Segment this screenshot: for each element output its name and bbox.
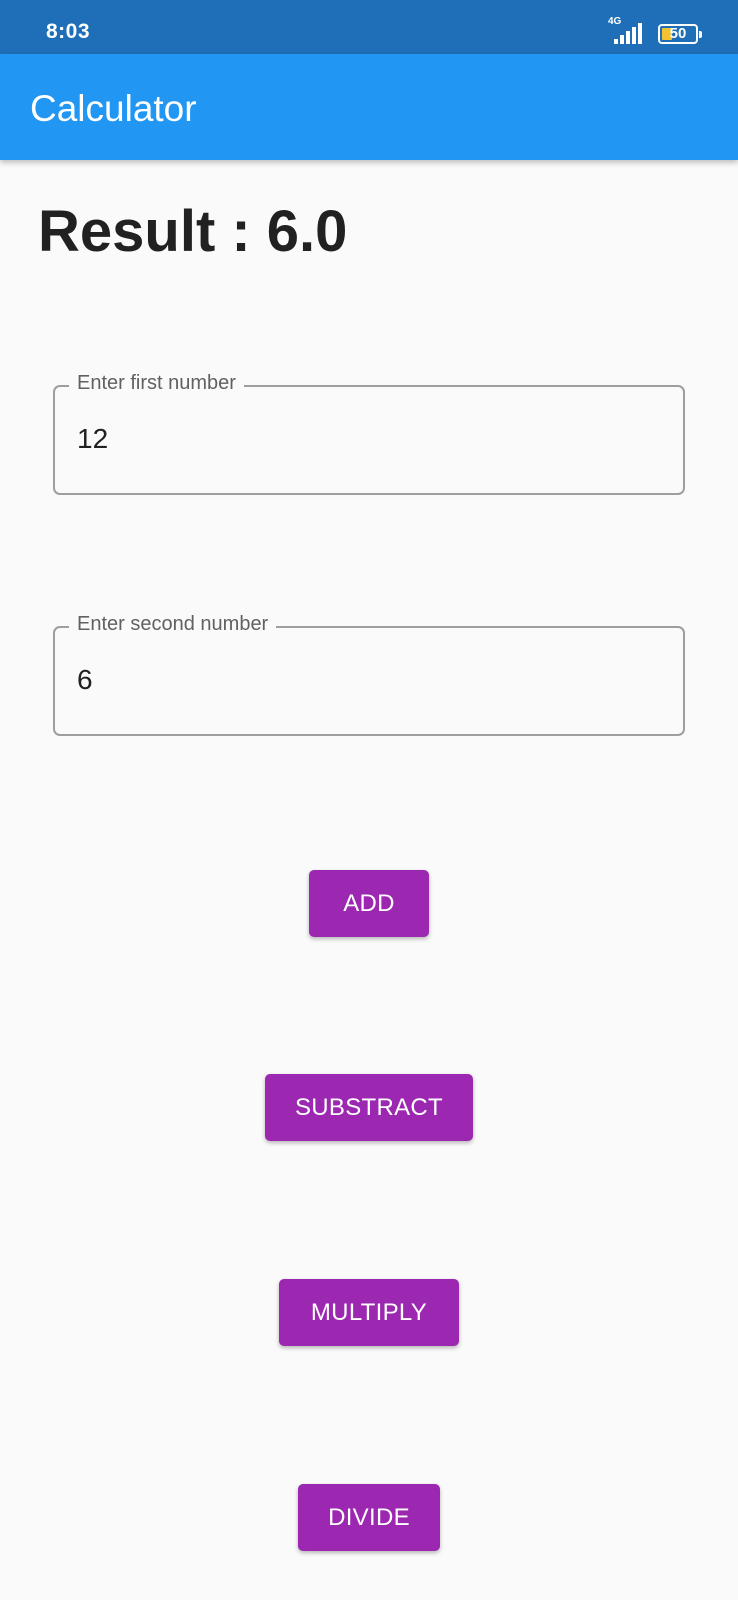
status-icons: 4G 50	[606, 16, 702, 44]
app-bar: Calculator	[0, 54, 738, 160]
add-button[interactable]: ADD	[309, 870, 429, 937]
first-number-value[interactable]: 12	[77, 423, 108, 455]
signal-icon: 4G	[606, 16, 648, 44]
battery-level: 50	[669, 25, 687, 42]
result-text: Result : 6.0	[38, 199, 348, 264]
first-number-field[interactable]: Enter first number 12	[53, 372, 685, 495]
divide-button[interactable]: DIVIDE	[298, 1484, 440, 1551]
second-number-field[interactable]: Enter second number 6	[53, 613, 685, 736]
app-title: Calculator	[30, 88, 197, 129]
status-time: 8:03	[46, 20, 91, 43]
subtract-button[interactable]: SUBSTRACT	[265, 1074, 473, 1141]
status-bar: 8:03 4G 50	[0, 0, 738, 54]
second-number-label: Enter second number	[69, 613, 277, 636]
first-number-label: Enter first number	[69, 372, 244, 395]
second-number-value[interactable]: 6	[77, 664, 93, 696]
multiply-button[interactable]: MULTIPLY	[279, 1279, 459, 1346]
battery-icon: 50	[658, 24, 702, 44]
